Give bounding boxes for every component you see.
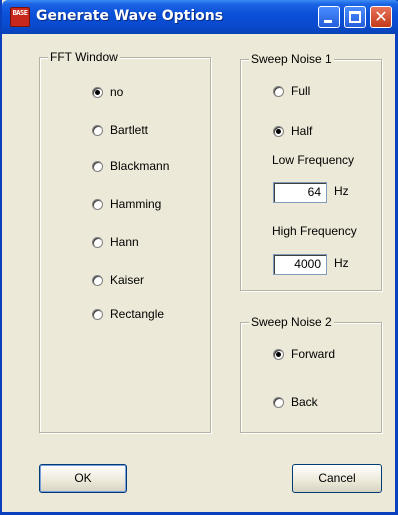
fft-option-kaiser-label: Kaiser <box>110 273 145 287</box>
sweep1-option-half-radio[interactable] <box>273 125 284 137</box>
sweep2-option-forward[interactable]: Forward <box>273 347 335 361</box>
fft-option-bartlett-radio[interactable] <box>92 124 103 136</box>
fft-window-group: FFT Window no Bartlett Blackmann Hamming… <box>39 50 211 433</box>
low-frequency-input[interactable]: 64 <box>273 182 327 203</box>
fft-option-blackmann[interactable]: Blackmann <box>92 159 169 173</box>
fft-option-no-radio[interactable] <box>92 86 103 98</box>
fft-option-hamming[interactable]: Hamming <box>92 197 161 211</box>
sweep1-option-full-radio[interactable] <box>273 85 284 97</box>
title-bar[interactable]: BASE Generate Wave Options ✕ <box>2 0 398 34</box>
fft-option-bartlett[interactable]: Bartlett <box>92 123 148 137</box>
fft-window-group-title: FFT Window <box>48 50 120 64</box>
fft-option-bartlett-label: Bartlett <box>110 123 149 137</box>
fft-option-hamming-radio[interactable] <box>92 198 103 210</box>
fft-option-hamming-label: Hamming <box>110 197 162 211</box>
high-frequency-unit: Hz <box>334 256 349 270</box>
fft-option-hann-label: Hann <box>110 235 139 249</box>
sweep2-option-forward-label: Forward <box>291 347 336 361</box>
fft-option-hann-radio[interactable] <box>92 236 103 248</box>
sweep1-option-half[interactable]: Half <box>273 124 312 138</box>
maximize-icon <box>349 11 361 23</box>
sweep-noise-2-group: Sweep Noise 2 Forward Back <box>240 315 382 433</box>
high-frequency-label: High Frequency <box>272 224 357 238</box>
close-icon: ✕ <box>374 7 388 26</box>
ok-button[interactable]: OK <box>39 464 127 493</box>
fft-option-rectangle-radio[interactable] <box>92 308 103 320</box>
minimize-icon <box>324 20 332 23</box>
sweep2-option-back-radio[interactable] <box>273 396 284 408</box>
dialog-window: BASE Generate Wave Options ✕ FFT Window … <box>0 0 398 515</box>
sweep-noise-2-group-title: Sweep Noise 2 <box>249 315 334 329</box>
sweep2-option-back[interactable]: Back <box>273 395 318 409</box>
sweep2-option-forward-radio[interactable] <box>273 348 284 360</box>
app-icon: BASE <box>10 7 30 27</box>
sweep1-option-full-label: Full <box>291 84 311 98</box>
fft-option-rectangle[interactable]: Rectangle <box>92 307 164 321</box>
low-frequency-unit: Hz <box>334 184 349 198</box>
close-button[interactable]: ✕ <box>370 6 392 28</box>
maximize-button[interactable] <box>344 6 366 28</box>
high-frequency-input[interactable]: 4000 <box>273 254 327 275</box>
fft-option-kaiser[interactable]: Kaiser <box>92 273 144 287</box>
fft-option-no-label: no <box>110 85 124 99</box>
cancel-button[interactable]: Cancel <box>292 464 382 493</box>
fft-option-blackmann-label: Blackmann <box>110 159 170 173</box>
minimize-button[interactable] <box>318 6 340 28</box>
fft-option-blackmann-radio[interactable] <box>92 160 103 172</box>
fft-option-hann[interactable]: Hann <box>92 235 139 249</box>
sweep1-option-full[interactable]: Full <box>273 84 310 98</box>
sweep-noise-1-group: Sweep Noise 1 Full Half Low Frequency 64… <box>240 52 382 291</box>
window-title: Generate Wave Options <box>36 8 224 24</box>
fft-option-kaiser-radio[interactable] <box>92 274 103 286</box>
sweep-noise-1-group-title: Sweep Noise 1 <box>249 52 334 66</box>
fft-option-no[interactable]: no <box>92 85 123 99</box>
sweep1-option-half-label: Half <box>291 124 313 138</box>
fft-option-rectangle-label: Rectangle <box>110 307 165 321</box>
low-frequency-label: Low Frequency <box>272 153 355 167</box>
sweep2-option-back-label: Back <box>291 395 318 409</box>
